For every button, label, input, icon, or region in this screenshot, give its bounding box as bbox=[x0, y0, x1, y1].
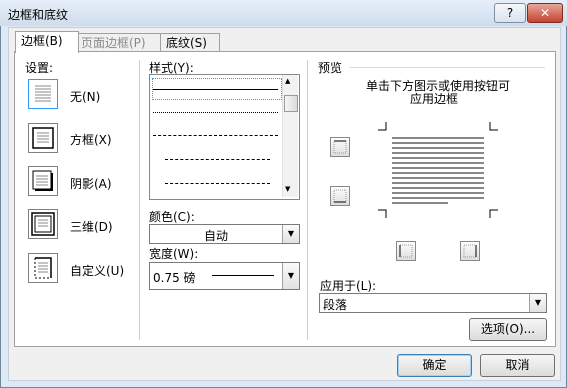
apply-to-value: 段落 bbox=[323, 298, 348, 312]
apply-to-dropdown[interactable]: 段落 ▼ bbox=[319, 293, 547, 313]
preview-rule bbox=[350, 67, 545, 68]
setting-custom-label[interactable]: 自定义(U) bbox=[70, 262, 124, 279]
setting-custom-icon bbox=[34, 257, 52, 279]
top-border-button[interactable] bbox=[330, 137, 350, 157]
close-button[interactable]: ✕ bbox=[527, 3, 563, 23]
setting-none-button[interactable] bbox=[28, 79, 58, 109]
border-top-icon bbox=[333, 140, 347, 154]
color-dropdown[interactable]: 自动 ▼ bbox=[149, 224, 300, 244]
setting-none-label[interactable]: 无(N) bbox=[70, 88, 100, 105]
color-value: 自动 bbox=[203, 229, 228, 243]
scroll-down-icon[interactable]: ▼ bbox=[285, 185, 290, 193]
ok-button[interactable]: 确定 bbox=[397, 354, 472, 377]
border-preview-area[interactable] bbox=[378, 122, 498, 218]
style-option-dash-dot[interactable] bbox=[165, 183, 270, 184]
chevron-down-icon[interactable]: ▼ bbox=[282, 225, 299, 243]
setting-3d-button[interactable] bbox=[28, 209, 58, 239]
setting-none-icon bbox=[35, 85, 51, 102]
left-border-button[interactable] bbox=[396, 241, 416, 261]
help-button[interactable]: ? bbox=[494, 3, 526, 23]
tab-borders[interactable]: 边框(B) bbox=[15, 31, 79, 53]
border-right-icon bbox=[463, 244, 477, 258]
style-option-dotted[interactable] bbox=[153, 112, 278, 113]
width-line-sample bbox=[212, 275, 274, 276]
setting-3d-icon bbox=[31, 212, 55, 236]
scroll-thumb[interactable] bbox=[284, 95, 298, 112]
width-value: 0.75 磅 bbox=[153, 271, 196, 285]
close-icon: ✕ bbox=[539, 6, 551, 20]
setting-box-button[interactable] bbox=[28, 123, 58, 153]
window-title: 边框和底纹 bbox=[8, 8, 69, 22]
setting-custom-button[interactable] bbox=[28, 253, 58, 283]
setting-box-icon bbox=[32, 127, 54, 149]
preview-label: 预览 bbox=[318, 61, 343, 75]
right-border-button[interactable] bbox=[460, 241, 480, 261]
column-divider-left bbox=[139, 60, 140, 340]
setting-3d-label[interactable]: 三维(D) bbox=[70, 218, 113, 235]
border-left-icon bbox=[399, 244, 413, 258]
width-dropdown[interactable]: 0.75 磅 ▼ bbox=[149, 262, 300, 290]
settings-label: 设置: bbox=[25, 61, 54, 75]
style-option-dashed-medium[interactable] bbox=[165, 159, 270, 160]
width-label: 宽度(W): bbox=[149, 247, 199, 261]
title-bar[interactable] bbox=[0, 0, 567, 26]
setting-shadow-button[interactable] bbox=[28, 166, 58, 196]
style-option-solid[interactable] bbox=[153, 89, 278, 90]
cancel-button[interactable]: 取消 bbox=[480, 354, 555, 377]
border-bottom-icon bbox=[333, 189, 347, 203]
color-label: 颜色(C): bbox=[149, 210, 195, 224]
setting-shadow-label[interactable]: 阴影(A) bbox=[70, 175, 112, 192]
column-divider-right bbox=[307, 60, 308, 340]
options-button[interactable]: 选项(O)... bbox=[469, 318, 547, 341]
apply-to-label: 应用于(L): bbox=[320, 279, 377, 293]
chevron-down-icon[interactable]: ▼ bbox=[282, 263, 299, 289]
style-scrollbar[interactable]: ▲ ▼ bbox=[282, 75, 298, 197]
bottom-border-button[interactable] bbox=[330, 186, 350, 206]
tab-page-border[interactable]: 页面边框(P) bbox=[75, 33, 163, 52]
chevron-down-icon[interactable]: ▼ bbox=[529, 294, 546, 312]
scroll-up-icon[interactable]: ▲ bbox=[285, 77, 290, 85]
preview-hint-2: 应用边框 bbox=[410, 92, 459, 106]
tab-shading[interactable]: 底纹(S) bbox=[160, 33, 220, 52]
style-option-dashed-small[interactable] bbox=[153, 135, 278, 136]
setting-box-label[interactable]: 方框(X) bbox=[70, 131, 112, 148]
setting-shadow-icon bbox=[32, 170, 53, 191]
